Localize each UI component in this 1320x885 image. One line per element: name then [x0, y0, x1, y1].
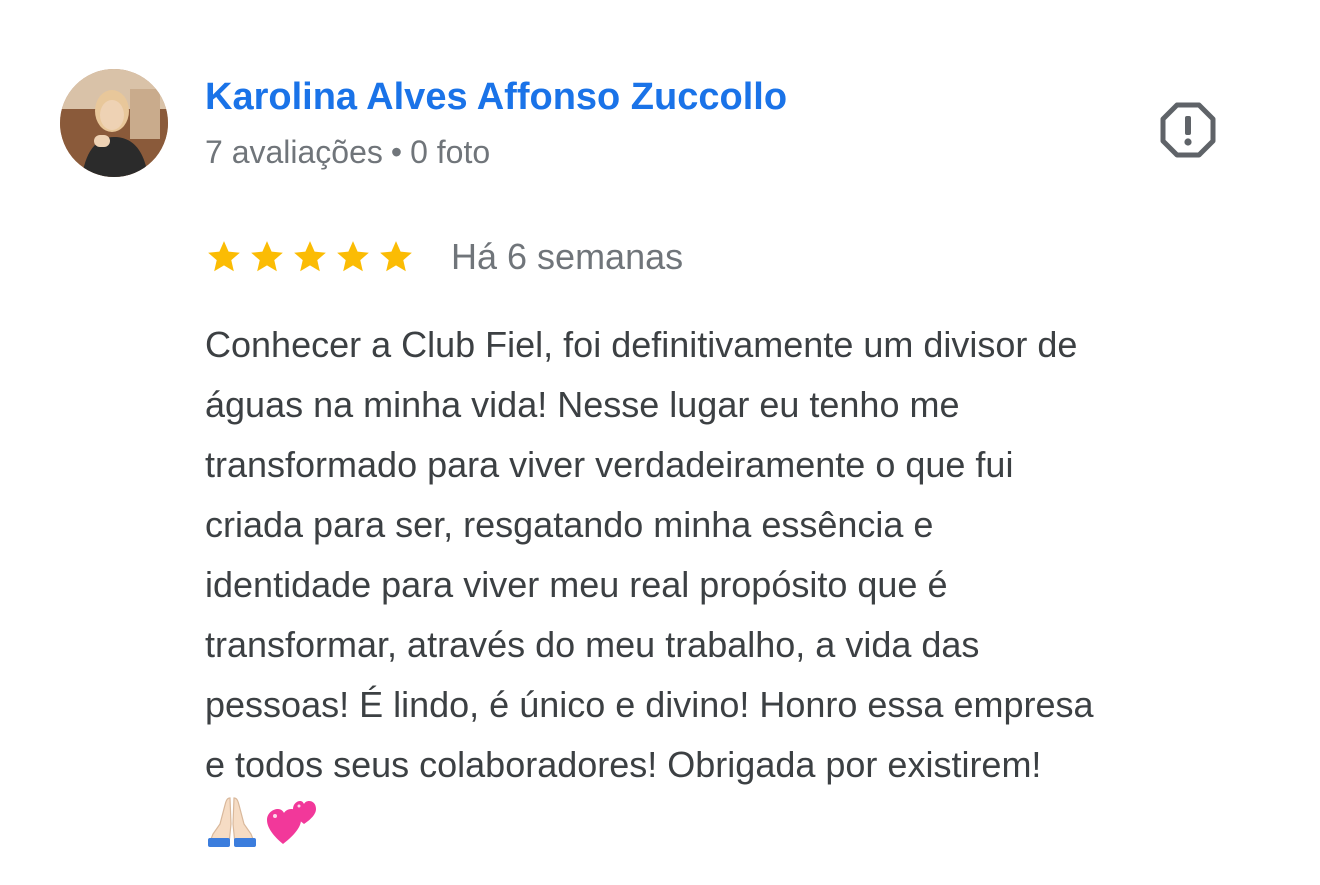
- star-icon: [377, 238, 415, 276]
- star-icon: [291, 238, 329, 276]
- review-text: Conhecer a Club Fiel, foi definitivament…: [205, 315, 1280, 795]
- report-icon[interactable]: [1158, 100, 1218, 160]
- star-rating: [205, 238, 415, 276]
- review-text-line: águas na minha vida! Nesse lugar eu tenh…: [205, 384, 960, 425]
- review-text-line: transformar, através do meu trabalho, a …: [205, 624, 980, 665]
- review-text-line: Conhecer a Club Fiel, foi definitivament…: [205, 324, 1078, 365]
- star-icon: [248, 238, 286, 276]
- photos-count: 0 foto: [410, 134, 491, 170]
- avatar-photo: [60, 69, 168, 177]
- reviews-count: 7 avaliações: [205, 134, 383, 170]
- review-text-line: criada para ser, resgatando minha essênc…: [205, 504, 934, 545]
- praying-hands-icon: [205, 794, 259, 848]
- emoji-row: [205, 794, 319, 848]
- review-time: Há 6 semanas: [451, 236, 684, 277]
- review-text-line: transformado para viver verdadeiramente …: [205, 444, 1014, 485]
- rating-row: Há 6 semanas: [205, 234, 683, 280]
- star-icon: [205, 238, 243, 276]
- review-text-line: identidade para viver meu real propósito…: [205, 564, 948, 605]
- author-meta: 7 avaliações • 0 foto: [205, 132, 490, 172]
- two-hearts-icon: [265, 794, 319, 848]
- review-text-line: pessoas! É lindo, é único e divino! Honr…: [205, 684, 1094, 725]
- avatar[interactable]: [60, 69, 168, 177]
- star-icon: [334, 238, 372, 276]
- review-text-line: e todos seus colaboradores! Obrigada por…: [205, 744, 1042, 785]
- meta-separator: •: [390, 134, 403, 170]
- author-name-link[interactable]: Karolina Alves Affonso Zuccollo: [205, 74, 787, 120]
